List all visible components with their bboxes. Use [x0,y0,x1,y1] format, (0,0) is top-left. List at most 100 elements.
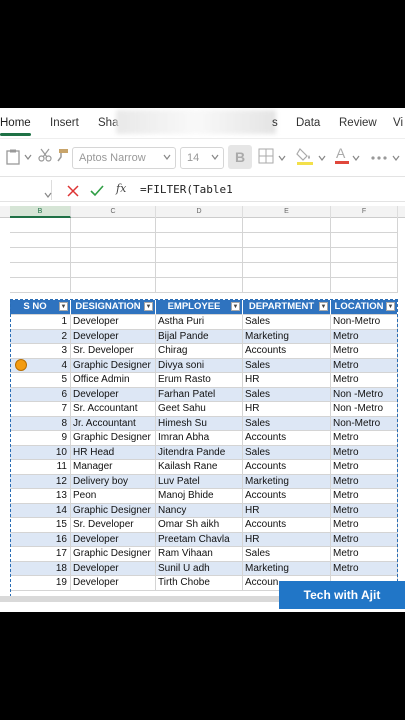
cell-department[interactable]: HR [243,503,331,518]
cell-s-no[interactable]: 19 [10,576,71,591]
cell-location[interactable]: Metro [331,460,398,475]
cell-employee[interactable]: Geet Sahu [156,402,243,417]
cell-employee[interactable]: Jitendra Pande [156,445,243,460]
cell-department[interactable]: Accounts [243,518,331,533]
cell-employee[interactable]: Astha Puri [156,315,243,330]
cell-s-no[interactable]: 15 [10,518,71,533]
column-header-e[interactable]: E [243,206,331,218]
cell-designation[interactable]: Delivery boy [71,474,156,489]
cell-s-no[interactable]: 17 [10,547,71,562]
cell-s-no[interactable]: 3 [10,344,71,359]
cell-designation[interactable]: Graphic Designer [71,547,156,562]
cell-employee[interactable]: Himesh Su [156,416,243,431]
header-location[interactable]: LOCATION ▼ [331,300,398,315]
empty-cell[interactable] [331,233,398,248]
cell-department[interactable]: HR [243,532,331,547]
cell-designation[interactable]: Graphic Designer [71,503,156,518]
cell-s-no[interactable]: 6 [10,387,71,402]
empty-cell[interactable] [243,218,331,233]
header-employee[interactable]: EMPLOYEE ▼ [156,300,243,315]
cell-designation[interactable]: Graphic Designer [71,358,156,373]
empty-cell[interactable] [156,233,243,248]
cell-s-no[interactable]: 18 [10,561,71,576]
cell-designation[interactable]: Graphic Designer [71,431,156,446]
cell-s-no[interactable]: 5 [10,373,71,388]
chevron-down-icon[interactable] [392,151,400,165]
column-header-d[interactable]: D [156,206,243,218]
formula-input[interactable]: =FILTER(Table1 [140,177,233,203]
format-painter-icon[interactable] [55,148,69,165]
chevron-down-icon[interactable] [352,151,360,165]
cell-location[interactable]: Non-Metro [331,416,398,431]
tab-partial[interactable]: s [272,108,278,138]
cell-location[interactable]: Metro [331,518,398,533]
cell-employee[interactable]: Sunil U adh [156,561,243,576]
cell-location[interactable]: Metro [331,503,398,518]
cell-designation[interactable]: Peon [71,489,156,504]
empty-cell[interactable] [156,263,243,278]
cell-department[interactable]: Sales [243,445,331,460]
cell-designation[interactable]: Developer [71,387,156,402]
empty-cell[interactable] [71,263,156,278]
cell-employee[interactable]: Manoj Bhide [156,489,243,504]
empty-cell[interactable] [71,218,156,233]
cell-department[interactable]: HR [243,402,331,417]
cell-employee[interactable]: Erum Rasto [156,373,243,388]
empty-cell[interactable] [331,278,398,293]
empty-cell[interactable] [71,278,156,293]
empty-cell[interactable] [10,218,71,233]
cell-designation[interactable]: Developer [71,532,156,547]
cell-location[interactable]: Metro [331,547,398,562]
font-color-icon[interactable]: A [334,144,350,169]
cell-department[interactable]: Marketing [243,474,331,489]
empty-cell[interactable] [243,248,331,263]
filter-dropdown-icon[interactable]: ▼ [59,302,68,311]
cell-s-no[interactable]: 10 [10,445,71,460]
cell-designation[interactable]: Developer [71,576,156,591]
header-department[interactable]: DEPARTMENT ▼ [243,300,331,315]
cell-s-no[interactable]: 13 [10,489,71,504]
empty-cell[interactable] [243,263,331,278]
cell-employee[interactable]: Divya soni [156,358,243,373]
cell-location[interactable]: Non -Metro [331,402,398,417]
empty-cell[interactable] [156,278,243,293]
cell-department[interactable]: Marketing [243,561,331,576]
cell-s-no[interactable]: 14 [10,503,71,518]
chevron-down-icon[interactable] [278,151,286,165]
cell-s-no[interactable]: 2 [10,329,71,344]
bold-button[interactable]: B [228,145,252,169]
filter-dropdown-icon[interactable]: ▼ [144,302,153,311]
cell-location[interactable]: Non -Metro [331,387,398,402]
enter-check-icon[interactable] [90,184,104,202]
cell-s-no[interactable]: 16 [10,532,71,547]
cell-location[interactable]: Metro [331,561,398,576]
cell-designation[interactable]: Office Admin [71,373,156,388]
empty-cell[interactable] [10,263,71,278]
cell-employee[interactable]: Farhan Patel [156,387,243,402]
cell-location[interactable]: Metro [331,474,398,489]
header-s-no[interactable]: S NO ▼ [10,300,71,315]
empty-cell[interactable] [10,248,71,263]
font-size-select[interactable]: 14 [180,147,224,169]
filter-dropdown-icon[interactable]: ▼ [386,302,395,311]
tab-insert[interactable]: Insert [50,108,79,138]
empty-cell[interactable] [243,278,331,293]
column-header-b[interactable]: B [10,206,71,218]
column-header-c[interactable]: C [71,206,156,218]
cell-designation[interactable]: HR Head [71,445,156,460]
tab-home[interactable]: Home [0,108,31,138]
tab-data[interactable]: Data [296,108,320,138]
cell-location[interactable]: Metro [331,329,398,344]
cell-department[interactable]: Accounts [243,431,331,446]
cell-designation[interactable]: Sr. Developer [71,344,156,359]
empty-cell[interactable] [331,218,398,233]
column-header-f[interactable]: F [331,206,398,218]
cell-designation[interactable]: Developer [71,315,156,330]
cell-employee[interactable]: Omar Sh aikh [156,518,243,533]
cell-s-no[interactable]: 8 [10,416,71,431]
cell-department[interactable]: Sales [243,416,331,431]
cell-location[interactable]: Metro [331,358,398,373]
cell-employee[interactable]: Ram Vihaan [156,547,243,562]
cell-location[interactable]: Metro [331,532,398,547]
tab-view[interactable]: Vi [393,108,403,138]
